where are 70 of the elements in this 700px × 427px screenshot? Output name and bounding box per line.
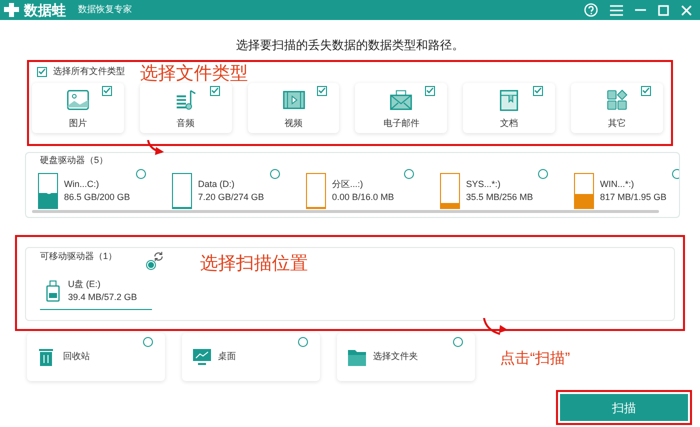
checkbox[interactable] xyxy=(317,86,328,96)
radio-button[interactable] xyxy=(143,337,153,347)
radio-button[interactable] xyxy=(404,169,414,179)
location-card[interactable]: 回收站 xyxy=(27,333,165,381)
drive-usage: 7.20 GB/274 GB xyxy=(198,191,264,204)
checkbox[interactable] xyxy=(102,86,112,96)
location-label: 选择文件夹 xyxy=(373,350,418,364)
app-subtitle: 数据恢复专家 xyxy=(78,3,132,16)
checkbox[interactable] xyxy=(425,86,436,96)
menu-icon[interactable] xyxy=(610,4,623,16)
radio-button[interactable] xyxy=(672,169,679,179)
monitor-icon xyxy=(192,346,212,368)
location-card[interactable]: 桌面 xyxy=(182,333,320,381)
drive-item[interactable]: Data (D:) 7.20 GB/274 GB xyxy=(172,171,306,211)
drive-item[interactable]: U盘 (E:) 39.4 MB/57.2 GB xyxy=(40,274,152,310)
annotation-text: 选择文件类型 xyxy=(140,62,248,85)
checkbox-label: 选择所有文件类型 xyxy=(53,65,125,78)
radio-button[interactable] xyxy=(146,260,156,270)
drive-name: Data (D:) xyxy=(198,178,236,191)
drive-usage: 817 MB/1.95 GB xyxy=(600,191,667,204)
location-label: 回收站 xyxy=(63,350,90,364)
refresh-icon[interactable] xyxy=(153,251,164,262)
file-type-label: 图片 xyxy=(68,116,87,130)
radio-button[interactable] xyxy=(270,169,280,179)
radio-button[interactable] xyxy=(538,169,548,179)
file-type-card[interactable]: 电子邮件 xyxy=(355,82,448,132)
checkbox[interactable] xyxy=(37,66,47,77)
logo-icon xyxy=(4,2,20,18)
file-type-card[interactable]: 图片 xyxy=(32,82,124,132)
group-title: 硬盘驱动器（5） xyxy=(40,155,108,165)
drive-usage: 35.5 MB/256 MB xyxy=(466,191,534,204)
file-type-card[interactable]: 音频 xyxy=(140,82,232,132)
app-title: 数据蛙 xyxy=(24,0,66,20)
scrollbar[interactable] xyxy=(32,210,659,213)
drive-item[interactable]: SYS...*:) 35.5 MB/256 MB xyxy=(440,171,574,211)
drive-item[interactable]: 分区...:) 0.00 B/16.0 MB xyxy=(306,171,440,211)
checkbox[interactable] xyxy=(640,86,651,96)
file-type-label: 电子邮件 xyxy=(383,116,420,130)
radio-button[interactable] xyxy=(453,337,463,347)
drive-name: WIN...*:) xyxy=(600,178,635,191)
file-type-card[interactable]: 视频 xyxy=(248,82,340,132)
drive-usage: 39.4 MB/57.2 GB xyxy=(68,291,138,304)
drive-name: Win...C:) xyxy=(64,178,100,191)
checkbox[interactable] xyxy=(210,86,220,96)
usb-drive-icon xyxy=(46,280,60,302)
checkbox[interactable] xyxy=(533,86,544,96)
radio-button[interactable] xyxy=(136,169,146,179)
file-type-label: 音频 xyxy=(176,116,195,130)
instruction-text: 选择要扫描的丢失数据的数据类型和路径。 xyxy=(236,37,464,54)
file-type-label: 文档 xyxy=(500,116,518,130)
radio-button[interactable] xyxy=(298,337,308,347)
group-title: 可移动驱动器（1） xyxy=(40,250,118,263)
location-card[interactable]: 选择文件夹 xyxy=(337,333,475,381)
help-icon[interactable] xyxy=(584,3,598,17)
drive-name: 分区...:) xyxy=(332,178,364,191)
drive-usage: 0.00 B/16.0 MB xyxy=(332,191,394,204)
drive-usage: 86.5 GB/200 GB xyxy=(64,191,130,204)
file-type-label: 视频 xyxy=(284,116,303,130)
annotation-text: 点击“扫描” xyxy=(500,349,570,369)
file-type-card[interactable]: 其它 xyxy=(571,82,663,132)
drive-name: SYS...*:) xyxy=(466,178,502,191)
drive-item[interactable]: Win...C:) 86.5 GB/200 GB xyxy=(38,171,172,211)
drive-name: U盘 (E:) xyxy=(68,278,102,291)
maximize-icon[interactable] xyxy=(658,4,669,16)
file-type-label: 其它 xyxy=(608,116,626,130)
file-type-card[interactable]: 文档 xyxy=(463,82,556,132)
close-icon[interactable] xyxy=(681,4,692,16)
drive-item[interactable]: WIN...*:) 817 MB/1.95 GB xyxy=(574,171,679,211)
location-label: 桌面 xyxy=(218,350,236,364)
annotation-text: 选择扫描位置 xyxy=(200,252,308,275)
